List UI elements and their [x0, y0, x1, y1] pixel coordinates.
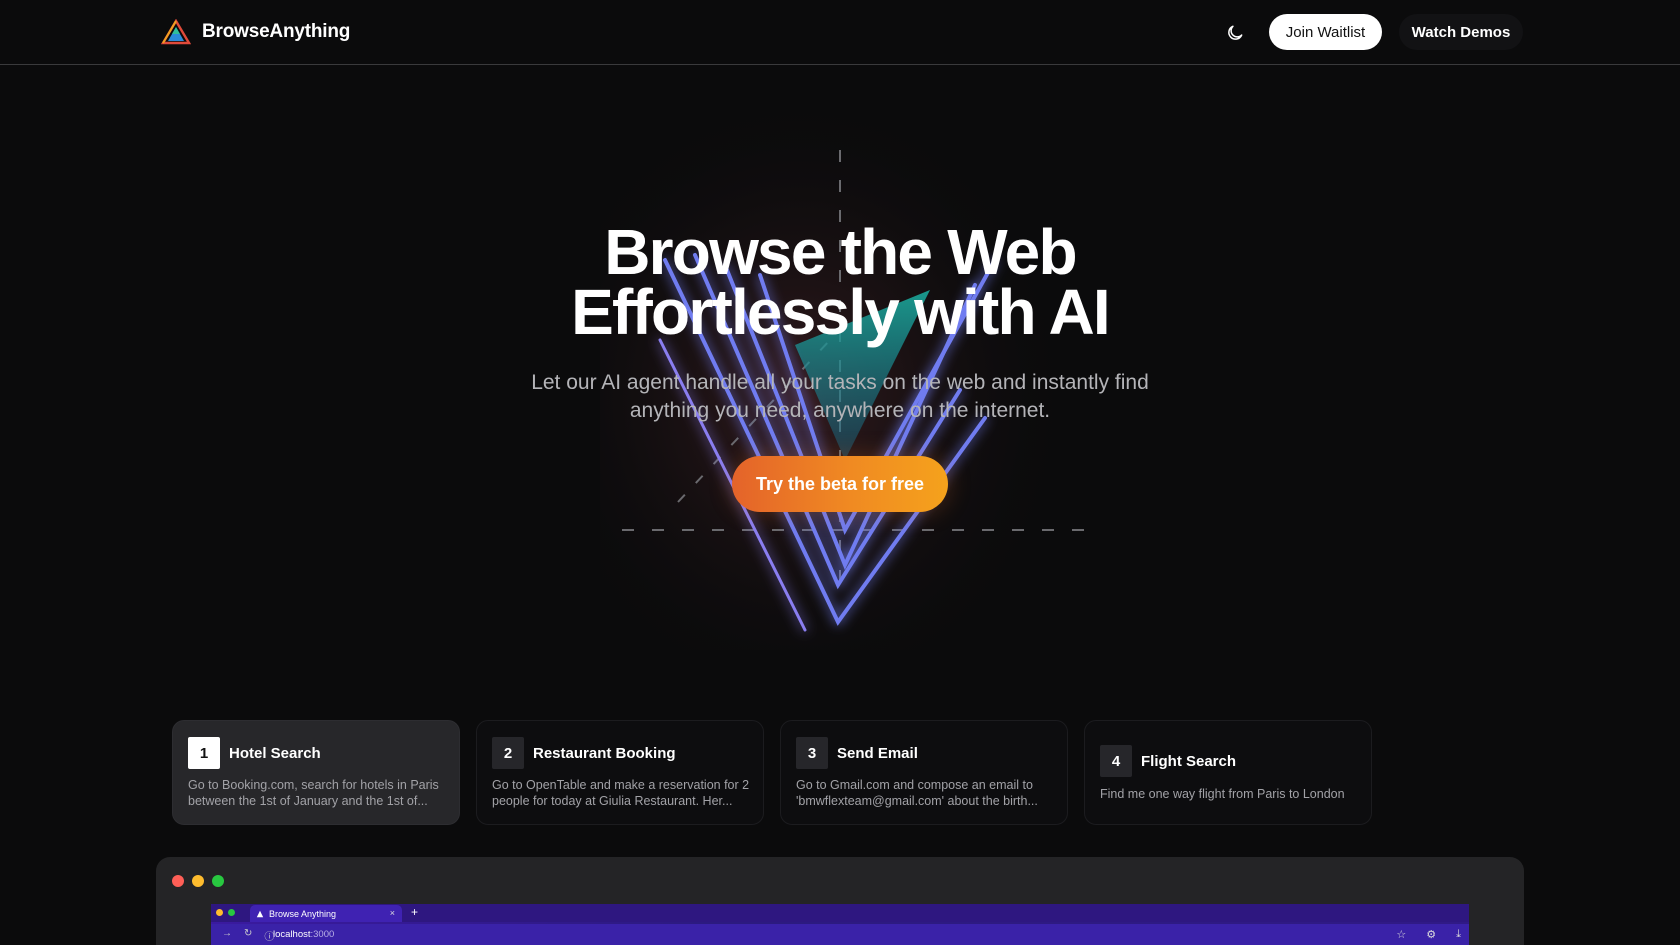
hero-subtitle: Let our AI agent handle all your tasks o…: [490, 369, 1190, 425]
watch-demos-button[interactable]: Watch Demos: [1399, 14, 1523, 50]
task-card-hotel-search[interactable]: 1 Hotel Search Go to Booking.com, search…: [172, 720, 460, 825]
close-tab-icon[interactable]: ×: [390, 908, 395, 918]
download-icon[interactable]: ⤓: [1456, 928, 1461, 941]
task-description: Go to Booking.com, search for hotels in …: [188, 778, 439, 808]
inner-tab-bar: Browse Anything × +: [211, 904, 1469, 922]
try-beta-button[interactable]: Try the beta for free: [732, 456, 948, 512]
url-host: localhost: [273, 929, 311, 940]
brand-name: BrowseAnything: [202, 21, 351, 42]
forward-arrow-icon[interactable]: →: [222, 928, 232, 943]
task-title: Flight Search: [1141, 752, 1237, 770]
task-number: 4: [1100, 745, 1132, 777]
inner-browser-tab[interactable]: Browse Anything ×: [250, 905, 402, 922]
star-icon[interactable]: ☆: [1396, 928, 1406, 941]
inner-url[interactable]: localhost:3000: [273, 929, 334, 940]
url-port: :3000: [310, 929, 335, 940]
new-tab-icon[interactable]: +: [411, 905, 418, 919]
hero-title-line-1: Browse the Web: [604, 216, 1077, 288]
triangle-favicon-icon: [256, 910, 264, 917]
demo-browser-window: Browse Anything × + → ↻ ⓘ localhost:3000…: [156, 857, 1524, 945]
task-card-send-email[interactable]: 3 Send Email Go to Gmail.com and compose…: [780, 720, 1068, 825]
inner-window-controls: [216, 909, 235, 916]
task-title: Send Email: [837, 744, 918, 762]
moon-icon: [1228, 25, 1243, 40]
task-number: 3: [796, 737, 828, 769]
reload-icon[interactable]: ↻: [244, 928, 252, 943]
task-number: 1: [188, 737, 220, 769]
inner-address-bar: → ↻ ⓘ localhost:3000 ☆ ⚙ ⤓: [211, 924, 1469, 945]
hero-subtitle-line-1: Let our AI agent handle all your tasks o…: [531, 371, 1149, 394]
join-waitlist-button[interactable]: Join Waitlist: [1269, 14, 1382, 50]
hero-title-line-2: Effortlessly with AI: [571, 276, 1111, 348]
minimize-window-dot[interactable]: [192, 875, 204, 887]
task-card-flight-search[interactable]: 4 Flight Search Find me one way flight f…: [1084, 720, 1372, 825]
task-title: Restaurant Booking: [533, 744, 676, 762]
task-number: 2: [492, 737, 524, 769]
window-controls: [172, 875, 224, 887]
task-description: Go to OpenTable and make a reservation f…: [492, 778, 750, 808]
inner-tab-title: Browse Anything: [269, 908, 337, 919]
inner-nav-controls: → ↻ ⓘ: [222, 928, 274, 943]
inner-toolbar: ☆ ⚙ ⤓: [1396, 928, 1461, 941]
task-description: Find me one way flight from Paris to Lon…: [1100, 787, 1345, 801]
task-description: Go to Gmail.com and compose an email to …: [796, 778, 1038, 808]
maximize-window-dot[interactable]: [212, 875, 224, 887]
task-card-restaurant-booking[interactable]: 2 Restaurant Booking Go to OpenTable and…: [476, 720, 764, 825]
brand[interactable]: BrowseAnything: [161, 18, 350, 46]
task-title: Hotel Search: [229, 744, 321, 762]
theme-toggle-button[interactable]: [1222, 20, 1248, 46]
prism-triangle-icon: [161, 19, 191, 45]
extensions-icon[interactable]: ⚙: [1426, 928, 1436, 941]
hero-subtitle-line-2: anything you need, anywhere on the inter…: [629, 399, 1051, 422]
hero-title: Browse the Web Effortlessly with AI: [440, 216, 1240, 348]
inner-browser-screenshot: Browse Anything × + → ↻ ⓘ localhost:3000…: [211, 904, 1469, 945]
inner-green-dot: [228, 909, 235, 916]
close-window-dot[interactable]: [172, 875, 184, 887]
inner-yellow-dot: [216, 909, 223, 916]
task-cards: 1 Hotel Search Go to Booking.com, search…: [172, 720, 1372, 825]
top-navbar: BrowseAnything Join Waitlist Watch Demos: [0, 0, 1680, 65]
